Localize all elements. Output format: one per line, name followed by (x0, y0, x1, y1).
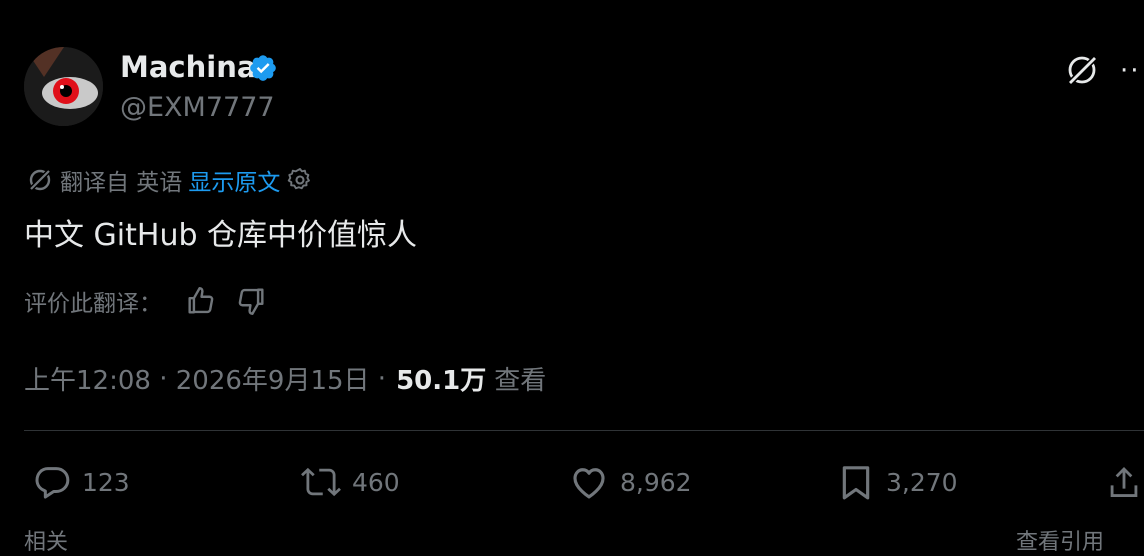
like-count: 8,962 (620, 467, 692, 497)
like-icon (573, 468, 605, 499)
related-label[interactable]: 相关 (24, 524, 68, 556)
avatar[interactable] (24, 47, 103, 126)
translate-icon (28, 168, 52, 192)
share-icon (1110, 467, 1138, 497)
views-count: 50.1万 (396, 366, 487, 396)
thumbs-up-icon[interactable] (184, 284, 218, 318)
meta-separator: · (369, 363, 387, 394)
like-button[interactable]: 8,962 (568, 460, 692, 504)
thumbs-down-icon[interactable] (234, 284, 268, 318)
view-quotes-link[interactable]: 查看引用 (1016, 524, 1104, 556)
author-name[interactable]: Machina (120, 50, 256, 84)
repost-icon (301, 467, 341, 497)
bookmark-button[interactable]: 3,270 (836, 460, 958, 504)
verified-badge-icon (250, 55, 276, 81)
settings-gear-icon[interactable] (286, 166, 314, 194)
post-time[interactable]: 上午12:08 (24, 360, 151, 397)
reply-count: 123 (82, 467, 130, 497)
views-label: 查看 (494, 366, 547, 396)
reply-button[interactable]: 123 (32, 460, 130, 504)
translation-row: 翻译自 英语 显示原文 (26, 163, 314, 197)
rate-translation-label: 评价此翻译： (24, 291, 162, 317)
divider (24, 430, 1144, 431)
post-date[interactable]: 2026年9月15日 (176, 360, 370, 397)
meta-separator: · (150, 363, 176, 394)
repost-button[interactable]: 460 (300, 460, 400, 504)
post-meta: 上午12:08 · 2026年9月15日 · 50.1万 查看 (24, 360, 546, 397)
post-text: 中文 GitHub 仓库中价值惊人 (24, 218, 418, 253)
bookmark-count: 3,270 (886, 467, 958, 497)
bookmark-icon (842, 466, 870, 500)
author-handle[interactable]: @EXM7777 (120, 92, 275, 123)
share-button[interactable] (1104, 460, 1144, 504)
rate-translation: 评价此翻译： (24, 284, 268, 318)
repost-count: 460 (352, 467, 400, 497)
show-original-link[interactable]: 显示原文 (188, 163, 280, 197)
reply-icon (35, 467, 70, 499)
more-icon[interactable]: ·· (1120, 56, 1141, 86)
translated-from-label: 翻译自 英语 (60, 170, 183, 196)
grok-icon[interactable] (1064, 52, 1100, 88)
